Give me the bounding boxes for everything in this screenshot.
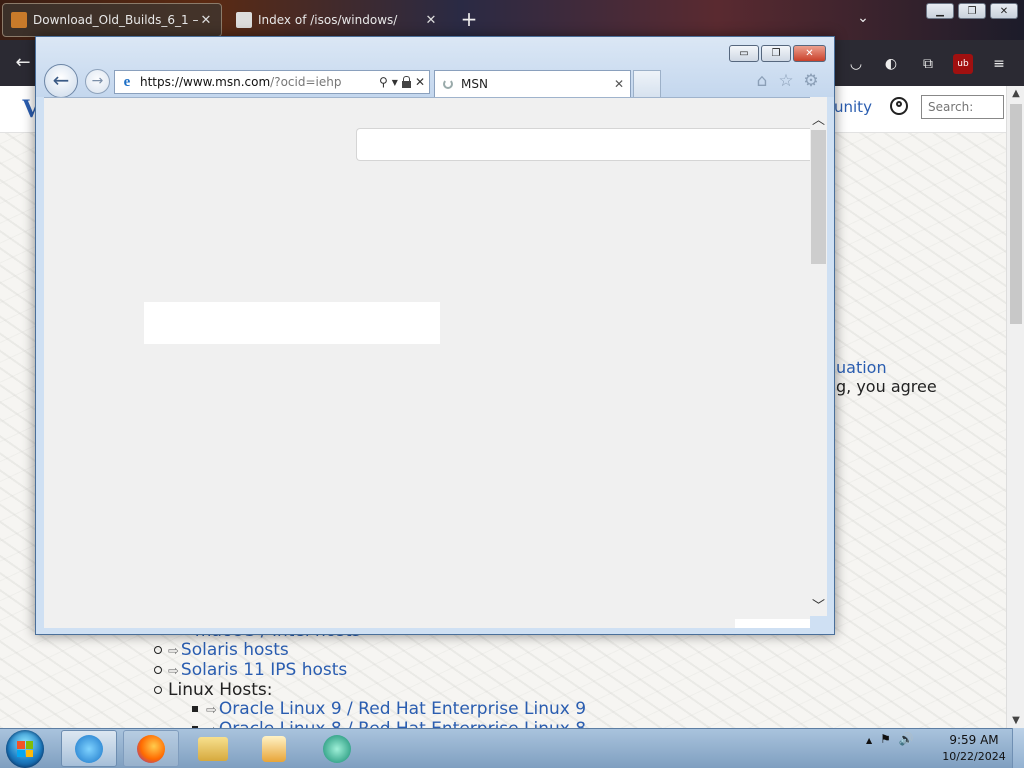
ie-close-button[interactable]: ✕ xyxy=(793,45,826,62)
media-player-icon xyxy=(262,735,286,762)
list-item[interactable]: ⇨ Solaris hosts xyxy=(154,640,289,662)
folder-icon xyxy=(198,736,228,761)
firefox-tab-index-of-isos[interactable]: Index of /isos/windows/ ✕ xyxy=(228,3,446,37)
scroll-up-arrow-icon[interactable]: ▲ xyxy=(1007,88,1024,99)
list-item[interactable]: ⇨ Oracle Linux 9 / Red Hat Enterprise Lin… xyxy=(192,699,586,721)
extensions-icon[interactable]: ⧉ xyxy=(918,54,938,74)
ie-back-button[interactable]: ← xyxy=(44,64,78,98)
firefox-restore-button[interactable]: ❐ xyxy=(958,3,986,19)
external-link-icon: ⇨ xyxy=(206,703,217,718)
taskbar-file-explorer[interactable] xyxy=(185,730,241,767)
tab-label: Index of /isos/windows/ xyxy=(258,13,398,27)
msn-search-box-placeholder[interactable] xyxy=(356,128,811,161)
close-tab-icon[interactable]: ✕ xyxy=(614,77,624,91)
firefox-tab-download-old-builds[interactable]: Download_Old_Builds_6_1 – Gr ✕ xyxy=(2,3,222,37)
content-placeholder-box xyxy=(144,302,440,344)
pocket-icon[interactable]: ◡ xyxy=(846,54,866,74)
list-bullet-icon xyxy=(154,686,162,694)
clock-date[interactable]: 10/22/2024 xyxy=(942,750,1006,763)
page-scrollbar[interactable]: ▲ ▼ xyxy=(1006,86,1024,728)
ie-minimize-button[interactable]: ▭ xyxy=(729,45,759,62)
community-nav-link[interactable]: unity xyxy=(834,98,872,116)
tab-label: MSN xyxy=(461,77,488,91)
license-agree-text: g, you agree xyxy=(836,377,937,396)
lock-icon[interactable] xyxy=(401,75,411,88)
system-tray: ▲ ⚑ 🔊 xyxy=(866,732,914,746)
external-link-icon: ⇨ xyxy=(168,644,179,659)
server-favicon-icon xyxy=(236,12,252,28)
taskbar-app[interactable] xyxy=(309,730,365,767)
evaluation-link[interactable]: uation xyxy=(836,358,887,377)
address-url-host: https://www.msn.com xyxy=(140,75,271,89)
chevron-down-icon[interactable]: ﹀ xyxy=(810,595,827,614)
firefox-icon xyxy=(137,734,165,763)
ie-logo-icon: e xyxy=(123,74,131,90)
ie-restore-button[interactable]: ❐ xyxy=(761,45,791,62)
ie-tab-msn[interactable]: MSN ✕ xyxy=(434,70,631,97)
list-bullet-icon xyxy=(154,646,162,654)
site-search-input[interactable] xyxy=(921,95,1004,119)
ie-page-content xyxy=(44,97,810,628)
scrollbar-thumb[interactable] xyxy=(811,130,826,264)
chevron-up-icon[interactable]: ︿ xyxy=(810,109,827,128)
clock-time[interactable]: 9:59 AM xyxy=(942,733,1006,747)
dark-reader-icon[interactable]: ◐ xyxy=(881,54,901,74)
ie-forward-button[interactable]: → xyxy=(85,69,110,94)
address-url-path: /?ocid=iehp xyxy=(270,75,342,89)
external-link-icon: ⇨ xyxy=(168,664,179,679)
loading-spinner-icon xyxy=(443,79,453,89)
internet-explorer-icon xyxy=(75,734,103,763)
firefox-minimize-button[interactable]: ▁ xyxy=(926,3,954,19)
list-square-bullet-icon xyxy=(192,706,198,712)
gear-icon[interactable]: ⚙ xyxy=(801,71,821,91)
favorites-star-icon[interactable]: ☆ xyxy=(776,71,796,91)
account-icon[interactable] xyxy=(890,97,908,115)
ie-new-tab-button[interactable] xyxy=(633,70,661,97)
menu-hamburger-icon[interactable]: ≡ xyxy=(989,54,1009,74)
taskbar-media-player[interactable] xyxy=(246,730,302,767)
scroll-down-arrow-icon[interactable]: ▼ xyxy=(1007,715,1024,726)
new-tab-button[interactable]: + xyxy=(458,8,480,30)
show-hidden-icons-icon[interactable]: ▲ xyxy=(866,736,872,746)
stop-icon[interactable]: ✕ xyxy=(415,75,425,89)
taskbar-internet-explorer[interactable] xyxy=(61,730,117,767)
taskbar-firefox[interactable] xyxy=(123,730,179,767)
list-item: Linux Hosts: xyxy=(154,680,273,700)
windows-logo-icon xyxy=(17,741,33,757)
close-tab-icon[interactable]: ✕ xyxy=(199,13,213,28)
close-tab-icon[interactable]: ✕ xyxy=(424,13,438,28)
app-icon xyxy=(323,734,351,763)
content-placeholder-box xyxy=(735,619,810,628)
dropdown-arrow-icon[interactable]: ▼ xyxy=(392,78,398,87)
back-arrow-icon[interactable]: ← xyxy=(10,52,36,76)
ublock-origin-icon[interactable]: ub xyxy=(953,54,973,74)
tab-label: Download_Old_Builds_6_1 – Gr xyxy=(33,13,199,27)
home-icon[interactable]: ⌂ xyxy=(752,71,772,91)
firefox-close-button[interactable]: ✕ xyxy=(990,3,1018,19)
show-desktop-button[interactable] xyxy=(1012,728,1024,768)
list-all-tabs-button[interactable]: ⌄ xyxy=(852,10,874,30)
ie-address-bar[interactable]: e https://www.msn.com/?ocid=iehp ⚲ ▼ ✕ xyxy=(114,70,430,94)
list-bullet-icon xyxy=(154,666,162,674)
search-icon[interactable]: ⚲ xyxy=(379,75,388,89)
volume-icon[interactable]: 🔊 xyxy=(899,732,914,746)
network-icon[interactable]: ⚑ xyxy=(880,732,891,746)
list-item[interactable]: ⇨ Solaris 11 IPS hosts xyxy=(154,660,347,682)
virtualbox-favicon-icon xyxy=(11,12,27,28)
start-button[interactable] xyxy=(6,730,44,768)
ie-scrollbar[interactable]: ︿ ﹀ xyxy=(810,97,827,616)
scrollbar-thumb[interactable] xyxy=(1010,104,1022,324)
